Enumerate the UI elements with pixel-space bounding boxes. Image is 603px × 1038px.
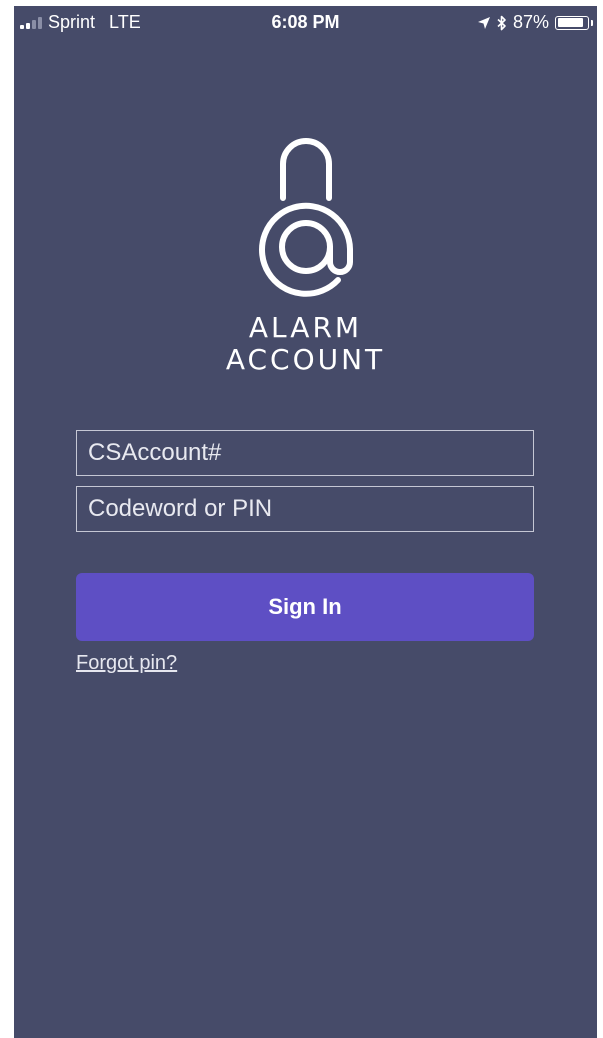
codeword-pin-input[interactable] — [76, 486, 534, 532]
brand-line-2: ACCOUNT — [225, 343, 386, 376]
battery-percent: 87% — [512, 12, 549, 32]
brand-wordmark: ALARM ACCOUNT — [14, 312, 597, 376]
forgot-pin-link[interactable]: Forgot pin? — [76, 652, 177, 675]
status-bar-right: 87% — [477, 12, 593, 33]
status-bar: Sprint LTE 6:08 PM 87% — [14, 6, 597, 40]
sign-in-button[interactable]: Sign In — [76, 573, 534, 641]
padlock-at-icon — [259, 138, 353, 297]
battery-fill — [557, 18, 583, 27]
account-number-input[interactable] — [76, 430, 534, 476]
location-arrow-icon — [477, 16, 490, 29]
login-screen: Sprint LTE 6:08 PM 87% ALARM ACCOUNT Sig — [14, 6, 597, 1038]
brand-line-1: ALARM — [248, 311, 363, 344]
bluetooth-icon — [497, 15, 506, 30]
battery-icon — [555, 15, 593, 30]
